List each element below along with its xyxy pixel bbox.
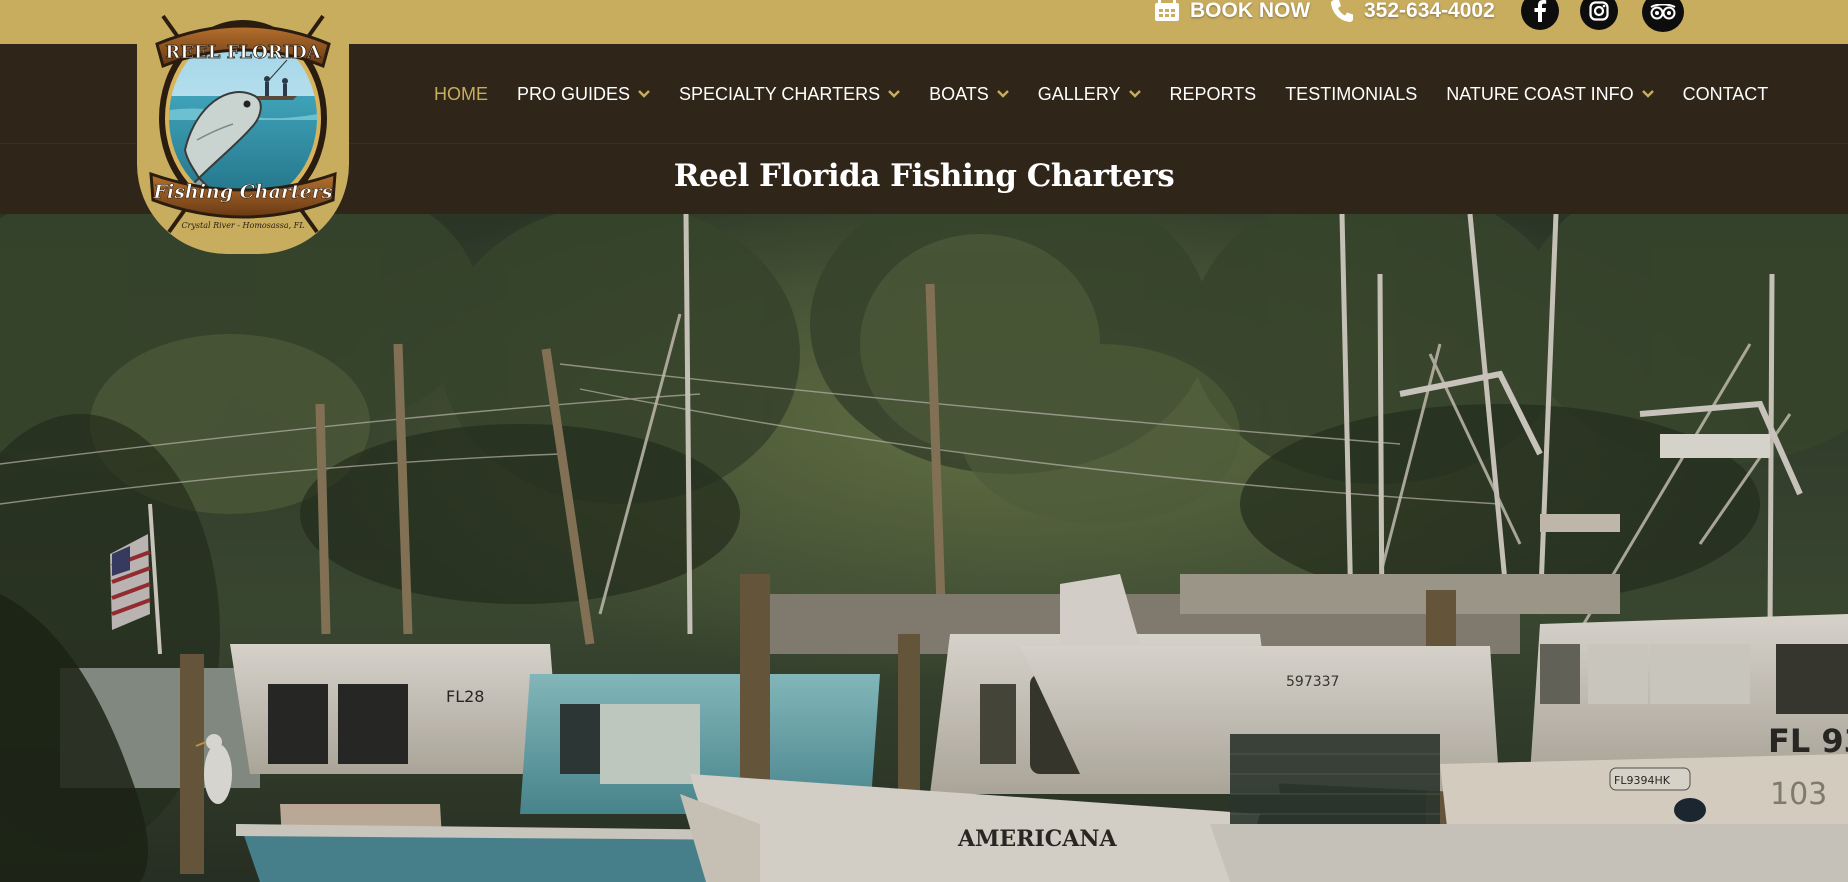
harbor-boats-photo: FL28 AMERICANA 597337 FL 9 FL9394HK 103 xyxy=(0,214,1848,882)
chevron-down-icon xyxy=(888,90,900,98)
nav-item-label: TESTIMONIALS xyxy=(1285,83,1418,104)
instagram-icon xyxy=(1589,1,1609,21)
nav-item-boats[interactable]: BOATS xyxy=(929,84,1009,105)
facebook-icon xyxy=(1534,0,1547,22)
nav-item-pro-guides[interactable]: PRO GUIDES xyxy=(517,84,650,105)
nav-item-label: CONTACT xyxy=(1682,83,1769,104)
book-now-label: BOOK NOW xyxy=(1190,0,1311,22)
chevron-down-icon xyxy=(638,90,650,98)
facebook-link[interactable] xyxy=(1521,0,1559,30)
main-nav: HOME PRO GUIDES SPECIALTY CHARTERS BOATS GAL… xyxy=(434,44,1797,144)
nav-item-nature-coast-info[interactable]: NATURE COAST INFO xyxy=(1446,83,1654,105)
nav-item-specialty-charters[interactable]: SPECIALTY CHARTERS xyxy=(679,84,900,105)
tripadvisor-icon xyxy=(1650,4,1676,20)
nav-item-home[interactable]: HOME xyxy=(434,84,488,105)
chevron-down-icon xyxy=(996,90,1009,98)
book-now-link[interactable]: BOOK NOW xyxy=(1154,0,1310,22)
phone-icon xyxy=(1331,0,1353,22)
instagram-link[interactable] xyxy=(1580,0,1618,30)
logo-badge-graphic: REEL FLORIDA Fishing Charters Crystal Ri… xyxy=(149,14,337,234)
tripadvisor-link[interactable] xyxy=(1642,0,1684,32)
nav-item-label: GALLERY xyxy=(1037,83,1121,104)
nav-item-label: NATURE COAST INFO xyxy=(1446,83,1634,104)
nav-item-label: SPECIALTY CHARTERS xyxy=(679,83,881,104)
hero-image: FL28 AMERICANA 597337 FL 9 FL9394HK 103 xyxy=(0,214,1848,882)
nav-item-gallery[interactable]: GALLERY xyxy=(1038,84,1141,105)
chevron-down-icon xyxy=(1641,90,1654,98)
nav-item-label: PRO GUIDES xyxy=(517,83,631,104)
phone-link[interactable]: 352-634-4002 xyxy=(1330,0,1495,22)
phone-number: 352-634-4002 xyxy=(1364,0,1495,22)
logo-text-top: REEL FLORIDA xyxy=(165,42,321,63)
chevron-down-icon xyxy=(1128,90,1141,98)
nav-item-contact[interactable]: CONTACT xyxy=(1683,84,1769,105)
nav-item-label: REPORTS xyxy=(1169,83,1257,104)
logo-text-bottom: Crystal River - Homosassa, FL xyxy=(181,221,304,230)
nav-item-reports[interactable]: REPORTS xyxy=(1170,84,1257,105)
nav-item-testimonials[interactable]: TESTIMONIALS xyxy=(1285,84,1417,105)
logo-text-middle: Fishing Charters xyxy=(153,181,333,203)
nav-item-label: BOATS xyxy=(929,83,989,104)
nav-item-label: HOME xyxy=(434,83,488,104)
site-logo[interactable]: REEL FLORIDA Fishing Charters Crystal Ri… xyxy=(137,0,349,254)
calendar-icon xyxy=(1155,0,1179,21)
